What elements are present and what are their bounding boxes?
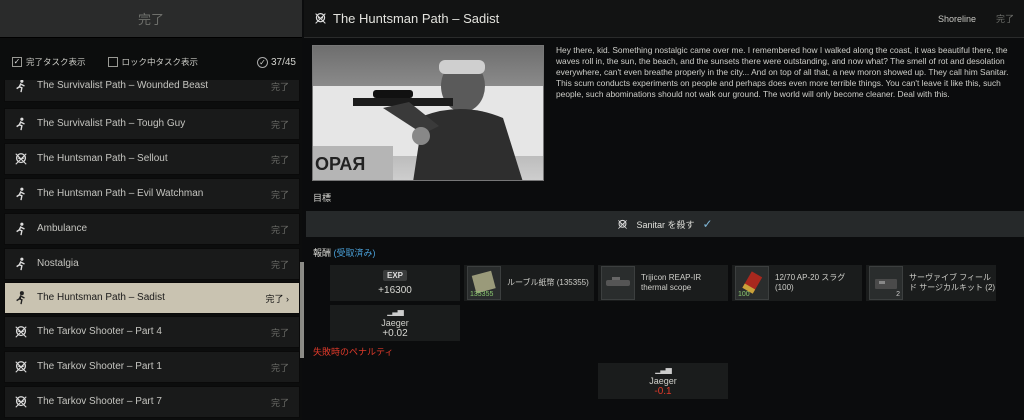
reputation-bars-icon: ▁▃▅ [387,307,404,316]
rewards-scrollbar[interactable] [302,262,304,358]
task-name: The Huntsman Path – Evil Watchman [37,188,204,199]
task-item[interactable]: The Huntsman Path – Sellout 完了 [4,143,300,175]
quest-location: Shoreline [937,13,976,24]
skull-icon [13,151,29,167]
failure-reputation-penalty: ▁▃▅ Jaeger -0.1 [597,362,729,400]
failure-penalty-label: 失敗時のペナルティ [313,347,394,357]
skull-icon [13,394,29,410]
skull-icon [617,219,628,230]
task-status: 完了 [270,189,289,200]
checkbox-checked-icon[interactable]: ✓ [12,57,22,67]
exp-value: +16300 [378,285,412,296]
exp-reward: EXP +16300 [329,264,461,302]
skull-icon [13,359,29,375]
task-status: 完了 › [265,293,290,304]
scope-icon [601,266,635,300]
reward-item-thermal-scope[interactable]: Trijicon REAP-IR thermal scope [597,264,729,302]
task-item[interactable]: Ambulance 完了 [4,213,300,245]
check-circle-icon: ✓ [256,56,268,68]
roubles-icon: 135355 [467,266,501,300]
task-item[interactable]: The Tarkov Shooter – Part 4 完了 [4,316,300,348]
filter-completed[interactable]: ✓ 完了タスク表示 [12,56,86,68]
task-item[interactable]: Nostalgia 完了 [4,248,300,280]
shell-icon: 100 [735,266,769,300]
quest-status: 完了 [995,14,1014,24]
rewards-label: 報酬 (受取済み) [313,248,376,258]
task-item[interactable]: The Tarkov Shooter – Part 1 完了 [4,351,300,383]
task-name: The Huntsman Path – Sadist [37,292,165,303]
task-list-panel: 完了 ✓ 完了タスク表示 ロック中タスク表示 ✓ 37/45 The Survi… [0,0,302,420]
photo-sign-text: ОРАЯ [315,154,365,174]
exp-icon: EXP [382,270,407,281]
task-status: 完了 [270,119,289,130]
quest-title: The Huntsman Path – Sadist [333,11,500,26]
task-name: The Tarkov Shooter – Part 4 [37,326,162,337]
task-item[interactable]: The Survivalist Path – Wounded Beast 完了 [4,80,300,102]
task-status: 完了 [270,259,289,270]
checkmark-icon: ✓ [702,217,713,231]
skull-icon [314,12,327,25]
task-name: The Tarkov Shooter – Part 7 [37,396,162,407]
quest-description: Hey there, kid. Something nostalgic came… [556,45,1009,99]
task-list: The Survivalist Path – Wounded Beast 完了 Th… [4,80,300,420]
reputation-reward: ▁▃▅ Jaeger +0.02 [329,304,461,342]
filter-locked[interactable]: ロック中タスク表示 [107,56,198,68]
task-status: 完了 [270,154,289,165]
task-name: The Survivalist Path – Wounded Beast [37,80,209,91]
rewards-received: (受取済み) [333,248,376,258]
task-name: The Huntsman Path – Sellout [37,153,168,164]
objectives-label: 目標 [313,193,332,203]
running-man-icon [13,221,29,237]
checkbox-empty-icon[interactable] [107,57,118,67]
task-name: The Tarkov Shooter – Part 1 [37,361,162,372]
skull-icon [13,324,29,340]
task-name: Nostalgia [37,258,79,269]
reward-item-surgical-kit[interactable]: 2 サーヴァイブ フィールド サージカルキット (2) [865,264,997,302]
task-name: Ambulance [37,223,88,234]
task-filters: ✓ 完了タスク表示 ロック中タスク表示 ✓ 37/45 [0,50,302,74]
task-status: 完了 [270,327,289,338]
task-status: 完了 [270,362,289,373]
task-status: 完了 [270,397,289,408]
task-item[interactable]: The Huntsman Path – Evil Watchman 完了 [4,178,300,210]
task-list-header: 完了 [0,0,302,38]
running-man-icon [13,290,29,306]
objective-row: Sanitar を殺す ✓ [306,211,1024,237]
reward-item-slug-ammo[interactable]: 100 12/70 AP-20 スラグ (100) [731,264,863,302]
reward-item-roubles[interactable]: 135355 ルーブル紙幣 (135355) [463,264,595,302]
task-item[interactable]: The Huntsman Path – Sadist 完了 › [4,282,300,314]
objective-text: Sanitar を殺す [636,219,695,230]
task-item[interactable]: The Tarkov Shooter – Part 7 完了 [4,386,300,418]
task-count: ✓ 37/45 [256,56,296,68]
medkit-icon: 2 [869,266,903,300]
reputation-bars-icon: ▁▃▅ [655,365,672,374]
running-man-icon [13,116,29,132]
running-man-icon [13,186,29,202]
running-man-icon [13,80,29,94]
task-status: 完了 [270,81,289,92]
quest-image: ОРАЯ [312,45,544,181]
running-man-icon [13,256,29,272]
task-item[interactable]: The Survivalist Path – Tough Guy 完了 [4,108,300,140]
task-status: 完了 [270,224,289,235]
task-name: The Survivalist Path – Tough Guy [37,118,186,129]
quest-header: The Huntsman Path – Sadist Shoreline 完了 [304,0,1024,38]
